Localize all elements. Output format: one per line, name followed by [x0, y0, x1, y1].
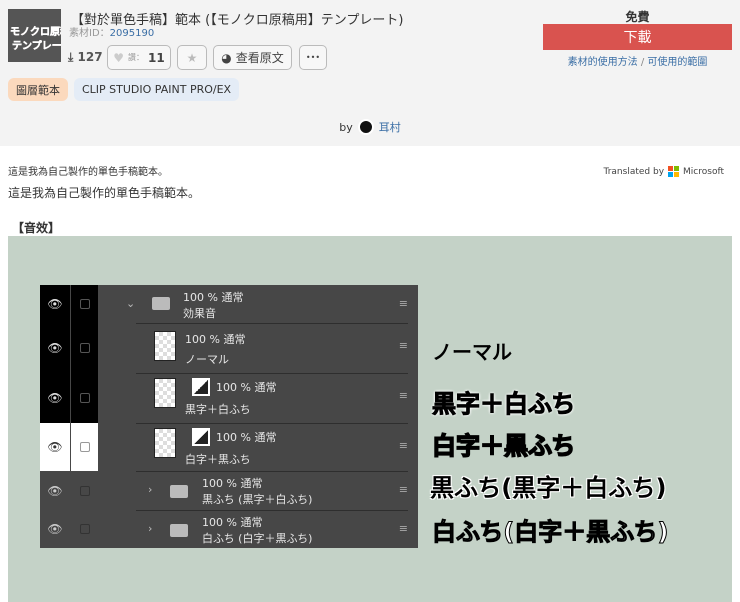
download-button[interactable]: 下載	[543, 24, 732, 50]
usage-links: 素材的使用方法 / 可使用的範圍	[543, 53, 732, 68]
layer-row-selected: 👁 100 % 通常 白字＋黒ふち ≡	[40, 423, 418, 472]
tag-layer-template[interactable]: 圖層範本	[8, 78, 68, 101]
star-icon: ★	[186, 50, 198, 65]
mask-white-icon	[192, 428, 210, 446]
sample-white-black-outline: 白字＋黒ふち	[431, 431, 576, 461]
globe-icon: ◕	[221, 50, 232, 65]
layer-checkbox[interactable]	[71, 471, 98, 510]
sample-normal: ノーマル	[432, 340, 512, 364]
likes-label: 讚：	[128, 53, 145, 62]
mask-black-icon	[192, 378, 210, 396]
layer-menu-icon[interactable]: ≡	[399, 522, 408, 535]
material-header: モノクロ原稿 テンプレート 【對於單色手稿】範本 (【モノクロ原稿用】テンプレー…	[0, 0, 740, 108]
usage-link[interactable]: 素材的使用方法	[568, 57, 638, 68]
layer-checkbox[interactable]	[71, 373, 98, 423]
layer-name: 白字＋黒ふち	[185, 453, 251, 466]
layer-panel: 👁 ⌄ 100 % 通常 効果音 ≡ 👁 100 % 通常 ノーマル ≡ 👁 1…	[40, 285, 418, 548]
link-separator: /	[640, 57, 645, 68]
download-icon: ⤓	[68, 50, 74, 64]
layer-opacity-mode: 100 % 通常	[216, 381, 277, 394]
more-button[interactable]: •••	[299, 45, 327, 70]
eye-icon[interactable]: 👁	[40, 471, 70, 510]
layer-row: 👁 ⌄ 100 % 通常 効果音 ≡	[40, 285, 418, 324]
layer-row: 👁 100 % 通常 ノーマル ≡	[40, 323, 418, 374]
download-count: ⤓ 127	[68, 50, 103, 65]
view-original-button[interactable]: ◕ 查看原文	[213, 45, 292, 70]
layer-menu-icon[interactable]: ≡	[399, 339, 408, 352]
section-heading: 【音效】	[12, 221, 61, 235]
translated-by-label: Translated by	[603, 166, 665, 177]
layer-preview-image: 👁 ⌄ 100 % 通常 効果音 ≡ 👁 100 % 通常 ノーマル ≡ 👁 1…	[8, 236, 732, 602]
material-thumbnail[interactable]: モノクロ原稿 テンプレート	[8, 9, 61, 62]
layer-menu-icon[interactable]: ≡	[399, 439, 408, 452]
folder-icon	[170, 485, 188, 498]
eye-icon[interactable]: 👁	[40, 510, 70, 548]
layer-checkbox[interactable]	[71, 423, 98, 471]
layer-name: 効果音	[183, 307, 216, 320]
layer-row: 👁 › 100 % 通常 白ふち (白字＋黒ふち) ≡	[40, 510, 418, 548]
layer-row: 👁 100 % 通常 黒字＋白ふち ≡	[40, 373, 418, 424]
layer-checkbox[interactable]	[71, 323, 98, 373]
material-id-label: 素材ID：	[69, 28, 110, 39]
layer-name: 黒ふち (黒字＋白ふち)	[202, 493, 313, 506]
material-id: 素材ID：2095190	[69, 24, 154, 39]
eye-icon[interactable]: 👁	[40, 285, 70, 323]
layer-thumbnail	[154, 428, 176, 458]
layer-opacity-mode: 100 % 通常	[185, 333, 246, 346]
layer-checkbox[interactable]	[71, 285, 98, 323]
chevron-right-icon[interactable]: ›	[148, 483, 152, 496]
layer-opacity-mode: 100 % 通常	[202, 516, 263, 529]
download-count-value: 127	[77, 50, 103, 64]
likes-count: 11	[148, 50, 165, 65]
heart-icon: ♥	[113, 50, 125, 65]
author-name[interactable]: 耳村	[379, 119, 401, 135]
tag-clip-studio[interactable]: CLIP STUDIO PAINT PRO/EX	[74, 78, 240, 101]
sample-black-outline: 黒ふち(黒字＋白ふち)	[430, 474, 667, 502]
eye-icon[interactable]: 👁	[40, 323, 70, 373]
layer-menu-icon[interactable]: ≡	[399, 389, 408, 402]
layer-name: ノーマル	[185, 353, 229, 366]
eye-icon[interactable]: 👁	[40, 373, 70, 423]
layer-checkbox[interactable]	[71, 510, 98, 548]
microsoft-label: Microsoft	[683, 166, 724, 177]
author-bar: by 耳村	[0, 108, 740, 146]
like-button[interactable]: ♥ 讚： 11	[107, 45, 171, 70]
microsoft-logo-icon	[668, 166, 680, 177]
folder-open-icon	[152, 297, 170, 310]
layer-row: 👁 › 100 % 通常 黒ふち (黒字＋白ふち) ≡	[40, 471, 418, 511]
description-original: 這是我為自己製作的單色手稿範本。	[8, 167, 168, 178]
sample-black-white-outline: 黒字＋白ふち	[431, 390, 576, 419]
by-label: by	[339, 120, 353, 134]
layer-name: 黒字＋白ふち	[185, 403, 251, 416]
chevron-down-icon[interactable]: ⌄	[126, 297, 135, 310]
layer-opacity-mode: 100 % 通常	[183, 291, 244, 304]
material-id-value: 2095190	[109, 28, 155, 39]
layer-name: 白ふち (白字＋黒ふち)	[202, 532, 313, 545]
view-original-label: 查看原文	[235, 51, 284, 65]
layer-opacity-mode: 100 % 通常	[202, 477, 263, 490]
scope-link[interactable]: 可使用的範圍	[647, 57, 707, 68]
layer-menu-icon[interactable]: ≡	[399, 297, 408, 310]
layer-opacity-mode: 100 % 通常	[216, 431, 277, 444]
folder-icon	[170, 524, 188, 537]
description-translated: 這是我為自己製作的單色手稿範本。	[8, 186, 201, 200]
sample-white-outline: 白ふち(白字＋黒ふち)	[432, 518, 669, 547]
author-avatar[interactable]	[357, 119, 374, 135]
layer-menu-icon[interactable]: ≡	[399, 483, 408, 496]
thumb-text: モノクロ原稿	[10, 27, 61, 39]
description: 這是我為自己製作的單色手稿範本。 這是我為自己製作的單色手稿範本。 Transl…	[0, 146, 740, 602]
favorite-button[interactable]: ★	[177, 45, 207, 70]
thumb-text: テンプレート	[12, 41, 61, 53]
layer-thumbnail	[154, 378, 176, 408]
eye-icon[interactable]: 👁	[40, 423, 70, 471]
price: 免費	[625, 10, 650, 24]
translated-by: Translated by Microsoft	[604, 166, 724, 177]
chevron-right-icon[interactable]: ›	[148, 522, 152, 535]
layer-thumbnail	[154, 331, 176, 361]
